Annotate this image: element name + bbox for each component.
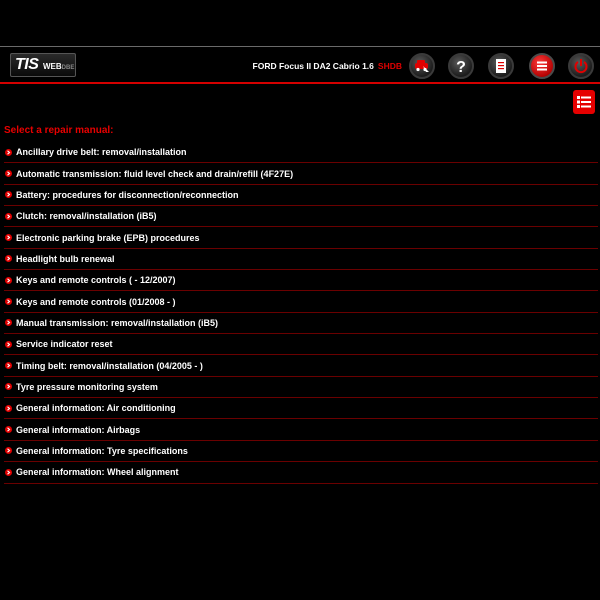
repair-manual-item-label: General information: Air conditioning <box>16 403 176 414</box>
vehicle-name: FORD Focus II DA2 Cabrio 1.6 <box>252 61 374 71</box>
documents-button[interactable] <box>488 53 514 79</box>
chevron-right-icon <box>5 298 12 306</box>
chevron-right-icon <box>5 447 12 455</box>
repair-manual-item-label: General information: Tyre specifications <box>16 445 188 456</box>
repair-manual-list: Ancillary drive belt: removal/installati… <box>4 142 598 484</box>
repair-manual-item[interactable]: Battery: procedures for disconnection/re… <box>4 185 598 207</box>
chevron-right-icon <box>5 362 12 370</box>
repair-manual-item[interactable]: Keys and remote controls (01/2008 - ) <box>4 291 598 313</box>
logo-suffix: DBE <box>61 65 75 71</box>
car-arrow-icon <box>415 60 429 72</box>
page-heading: Select a repair manual: <box>4 125 114 136</box>
engine-code: SHDB <box>377 61 402 71</box>
repair-manual-item[interactable]: Clutch: removal/installation (iB5) <box>4 206 598 228</box>
menu-button[interactable] <box>529 53 555 79</box>
repair-manual-item-label: Manual transmission: removal/installatio… <box>16 317 219 328</box>
repair-manual-item-label: Electronic parking brake (EPB) procedure… <box>16 232 200 243</box>
repair-manual-item[interactable]: Automatic transmission: fluid level chec… <box>4 163 598 185</box>
chevron-right-icon <box>5 148 12 156</box>
chevron-right-icon <box>5 212 12 220</box>
repair-manual-item-label: Keys and remote controls ( - 12/2007) <box>16 275 176 286</box>
chevron-right-icon <box>5 170 12 178</box>
repair-manual-item[interactable]: General information: Tyre specifications <box>4 441 598 463</box>
logo-web-text: WEB <box>43 62 62 71</box>
repair-manual-item-label: General information: Airbags <box>16 424 141 435</box>
power-button[interactable] <box>568 53 594 79</box>
repair-manual-item[interactable]: Keys and remote controls ( - 12/2007) <box>4 270 598 292</box>
vehicle-select-button[interactable] <box>409 53 435 79</box>
repair-manual-item[interactable]: Service indicator reset <box>4 334 598 356</box>
repair-manual-item-label: Tyre pressure monitoring system <box>16 381 158 392</box>
repair-manual-item[interactable]: General information: Wheel alignment <box>4 462 598 484</box>
chevron-right-icon <box>5 468 12 476</box>
repair-manual-item[interactable]: Manual transmission: removal/installatio… <box>4 313 598 335</box>
repair-manual-item[interactable]: General information: Air conditioning <box>4 398 598 420</box>
chevron-right-icon <box>5 276 12 284</box>
repair-manual-item-label: Automatic transmission: fluid level chec… <box>16 168 294 179</box>
chevron-right-icon <box>5 404 12 412</box>
help-button[interactable]: ? <box>448 53 474 79</box>
repair-manual-item-label: Battery: procedures for disconnection/re… <box>16 189 239 200</box>
repair-manual-item-label: General information: Wheel alignment <box>16 467 179 478</box>
chevron-right-icon <box>5 255 12 263</box>
menu-icon <box>537 61 547 71</box>
repair-manual-item[interactable]: Ancillary drive belt: removal/installati… <box>4 142 598 164</box>
chevron-right-icon <box>5 340 12 348</box>
repair-manual-item[interactable]: Timing belt: removal/installation (04/20… <box>4 355 598 377</box>
chevron-right-icon <box>5 191 12 199</box>
repair-manual-item-label: Clutch: removal/installation (iB5) <box>16 211 157 222</box>
repair-manual-item-label: Headlight bulb renewal <box>16 253 115 264</box>
tis-web-logo: TIS WEBDBE <box>10 53 76 77</box>
repair-manual-item-label: Keys and remote controls (01/2008 - ) <box>16 296 176 307</box>
list-icon <box>577 96 591 108</box>
list-view-button[interactable] <box>573 90 595 114</box>
repair-manual-item[interactable]: General information: Airbags <box>4 419 598 441</box>
chevron-right-icon <box>5 426 12 434</box>
repair-manual-item[interactable]: Electronic parking brake (EPB) procedure… <box>4 227 598 249</box>
chevron-right-icon <box>5 319 12 327</box>
chevron-right-icon <box>5 383 12 391</box>
question-icon: ? <box>456 59 466 74</box>
power-icon <box>574 59 588 74</box>
chevron-right-icon <box>5 234 12 242</box>
svg-text:?: ? <box>456 59 466 74</box>
logo-web: WEBDBE <box>43 62 74 71</box>
vehicle-info: FORD Focus II DA2 Cabrio 1.6 SHDB <box>253 61 402 71</box>
repair-manual-item-label: Service indicator reset <box>16 339 113 350</box>
document-icon <box>496 59 506 73</box>
repair-manual-item[interactable]: Headlight bulb renewal <box>4 249 598 271</box>
logo-tis: TIS <box>15 56 39 73</box>
repair-manual-item[interactable]: Tyre pressure monitoring system <box>4 377 598 399</box>
repair-manual-item-label: Timing belt: removal/installation (04/20… <box>16 360 203 371</box>
repair-manual-item-label: Ancillary drive belt: removal/installati… <box>16 147 187 158</box>
header-divider <box>0 82 600 84</box>
